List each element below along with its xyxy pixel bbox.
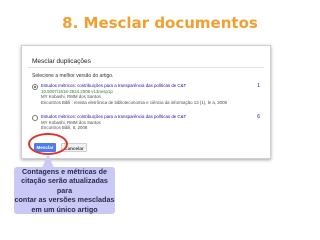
callout-line: em um único artigo	[31, 204, 98, 214]
callout-line: citação serão atualizadas para	[21, 176, 108, 195]
callout-box: Contagens e métricas de citação serão at…	[14, 167, 115, 214]
callout-line: Contagens e métricas de	[21, 166, 108, 176]
highlight-ring	[28, 133, 68, 155]
article-source: Encontros Bibli, 6, 2008	[41, 125, 88, 131]
version-radio-2[interactable]	[32, 115, 38, 121]
callout-line: contar as versões mescladas	[14, 195, 115, 205]
citation-count[interactable]: 6	[257, 114, 260, 120]
slide-title: 8. Mesclar documentos	[62, 14, 258, 32]
dialog-title: Mesclar duplicações	[32, 58, 91, 65]
citation-count[interactable]: 1	[257, 83, 260, 89]
divider	[28, 67, 264, 68]
article-source: Encontros Bibli : revista eletrônica de …	[41, 99, 227, 105]
version-option-1-text: Estudos métricos: contribuições para a t…	[41, 83, 248, 105]
dialog-prompt: Selecione a melhor versão do artigo.	[32, 73, 114, 79]
version-option-2-text: Estudos métricos: contribuições para a t…	[41, 114, 248, 131]
version-radio-1[interactable]	[32, 84, 38, 90]
